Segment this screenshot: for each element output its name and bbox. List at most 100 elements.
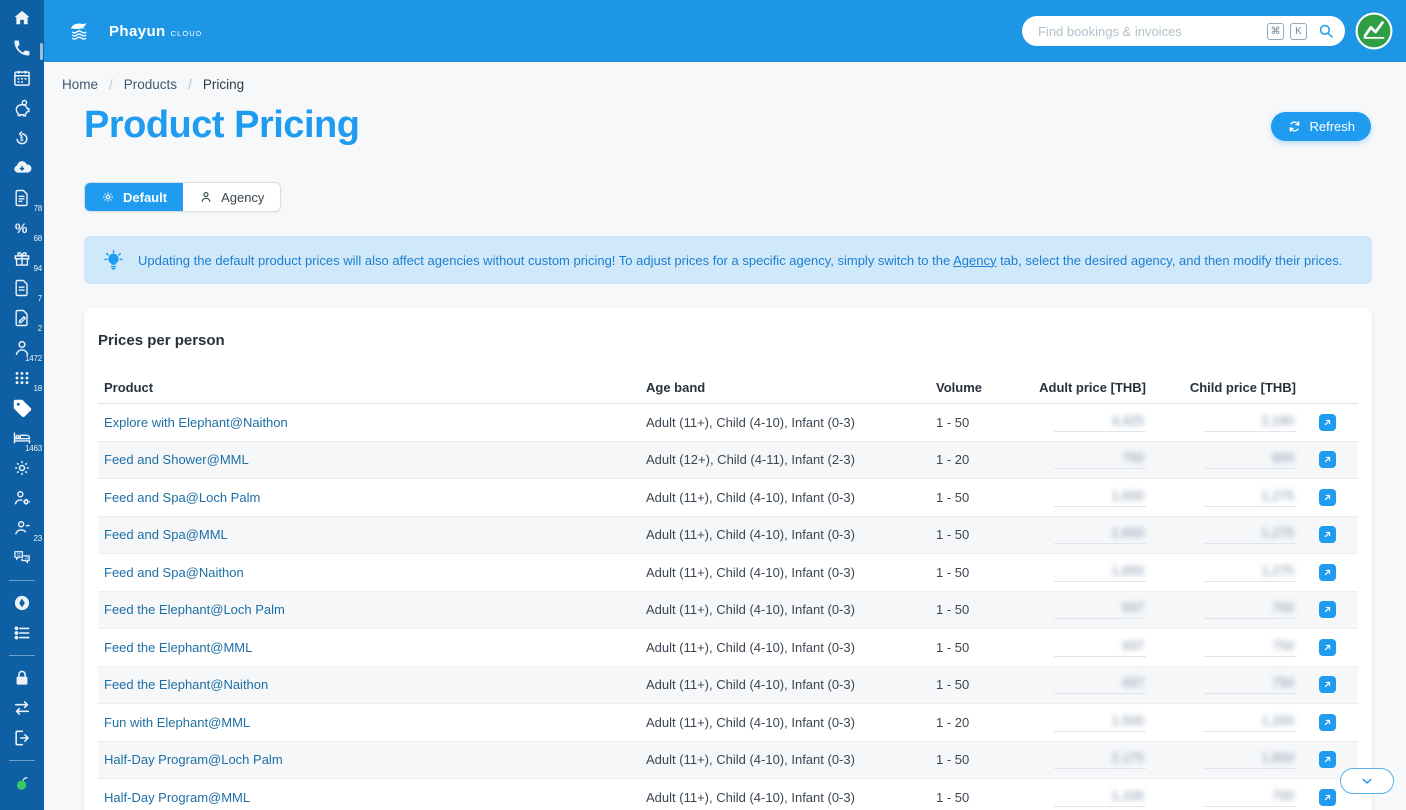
product-link[interactable]: Half-Day Program@Loch Palm xyxy=(104,752,283,767)
sidebar-item-documents[interactable]: 7 xyxy=(0,273,44,303)
sidebar-item-phone-booking[interactable] xyxy=(0,33,44,63)
tab-agency[interactable]: Agency xyxy=(183,183,280,211)
banner-text: Updating the default product prices will… xyxy=(138,253,1342,268)
volume-cell: 1 - 50 xyxy=(930,677,1012,692)
edit-price-button[interactable] xyxy=(1319,751,1336,768)
sidebar-item-rooms-bed[interactable]: 1463 xyxy=(0,423,44,453)
breadcrumb-home[interactable]: Home xyxy=(62,77,98,92)
sidebar-item-document-drafts[interactable]: 2 xyxy=(0,303,44,333)
sidebar-item-logout[interactable] xyxy=(0,723,44,753)
child-price-value[interactable]: 750 xyxy=(1272,600,1294,615)
edit-price-button[interactable] xyxy=(1319,601,1336,618)
edit-price-button[interactable] xyxy=(1319,789,1336,806)
sidebar-item-translations-chat[interactable]: QA xyxy=(0,543,44,573)
product-cell: Fun with Elephant@MML xyxy=(98,715,640,730)
sidebar-item-invoices[interactable]: 78 xyxy=(0,183,44,213)
product-link[interactable]: Explore with Elephant@Naithon xyxy=(104,415,288,430)
sidebar-item-discounts[interactable]: %68 xyxy=(0,213,44,243)
sidebar-item-staff-users[interactable]: 23 xyxy=(0,513,44,543)
adult-price-value[interactable]: 2,175 xyxy=(1111,750,1144,765)
sidebar-item-user-settings[interactable] xyxy=(0,483,44,513)
adult-price-cell: 1,500 xyxy=(1012,713,1146,732)
edit-price-button[interactable] xyxy=(1319,676,1336,693)
product-link[interactable]: Feed and Shower@MML xyxy=(104,452,249,467)
adult-price-value[interactable]: 937 xyxy=(1122,600,1144,615)
table-row: Feed and Spa@Loch Palm Adult (11+), Chil… xyxy=(98,479,1358,517)
sidebar-item-home[interactable] xyxy=(0,3,44,33)
edit-price-button[interactable] xyxy=(1319,489,1336,506)
child-price-value[interactable]: 1,275 xyxy=(1261,563,1294,578)
adult-price-value[interactable]: 4,425 xyxy=(1111,413,1144,428)
age-band-cell: Adult (11+), Child (4-10), Infant (0-3) xyxy=(640,752,930,767)
product-link[interactable]: Fun with Elephant@MML xyxy=(104,715,250,730)
sidebar-item-cloud-download[interactable] xyxy=(0,153,44,183)
product-link[interactable]: Feed the Elephant@Naithon xyxy=(104,677,268,692)
breadcrumb-products[interactable]: Products xyxy=(124,77,177,92)
edit-price-button[interactable] xyxy=(1319,564,1336,581)
sidebar-item-calendar[interactable] xyxy=(0,63,44,93)
logout-icon xyxy=(12,728,32,748)
adult-price-value[interactable]: 1,650 xyxy=(1111,563,1144,578)
sidebar-item-apps-grid[interactable]: 18 xyxy=(0,363,44,393)
child-price-value[interactable]: 1,200 xyxy=(1261,713,1294,728)
sidebar-item-compass[interactable] xyxy=(0,588,44,618)
product-link[interactable]: Half-Day Program@MML xyxy=(104,790,250,805)
global-search-input[interactable] xyxy=(1036,23,1261,40)
search-icon[interactable] xyxy=(1317,22,1335,40)
documents-icon xyxy=(12,278,32,298)
adult-price-value[interactable]: 750 xyxy=(1122,450,1144,465)
edit-price-button[interactable] xyxy=(1319,526,1336,543)
tab-default-label: Default xyxy=(123,190,167,205)
adult-price-cell: 2,175 xyxy=(1012,750,1146,769)
product-link[interactable]: Feed the Elephant@Loch Palm xyxy=(104,602,285,617)
product-link[interactable]: Feed and Spa@MML xyxy=(104,527,228,542)
adult-price-value[interactable]: 1,100 xyxy=(1111,788,1144,803)
edit-price-button[interactable] xyxy=(1319,639,1336,656)
child-price-value[interactable]: 1,650 xyxy=(1261,750,1294,765)
refresh-button[interactable]: Refresh xyxy=(1271,112,1371,141)
age-band-cell: Adult (11+), Child (4-10), Infant (0-3) xyxy=(640,602,930,617)
child-price-value[interactable]: 2,190 xyxy=(1261,413,1294,428)
sidebar-divider xyxy=(9,760,35,761)
adult-price-value[interactable]: 1,650 xyxy=(1111,488,1144,503)
adult-price-value[interactable]: 937 xyxy=(1122,638,1144,653)
tab-default[interactable]: Default xyxy=(85,183,183,211)
edit-price-button[interactable] xyxy=(1319,714,1336,731)
sidebar-item-gift-vouchers[interactable]: 94 xyxy=(0,243,44,273)
adult-price-cell: 4,425 xyxy=(1012,413,1146,432)
product-cell: Feed the Elephant@Loch Palm xyxy=(98,602,640,617)
child-price-value[interactable]: 1,275 xyxy=(1261,488,1294,503)
sidebar-item-piggy-bank[interactable] xyxy=(0,93,44,123)
child-price-value[interactable]: 700 xyxy=(1272,788,1294,803)
sidebar-item-lock[interactable] xyxy=(0,663,44,693)
product-link[interactable]: Feed and Spa@Loch Palm xyxy=(104,490,260,505)
edit-price-button[interactable] xyxy=(1319,451,1336,468)
sidebar-item-transfer-arrows[interactable] xyxy=(0,693,44,723)
child-price-value[interactable]: 750 xyxy=(1272,675,1294,690)
table-row: Half-Day Program@MML Adult (11+), Child … xyxy=(98,779,1358,810)
child-price-value[interactable]: 600 xyxy=(1272,450,1294,465)
edit-price-button[interactable] xyxy=(1319,414,1336,431)
product-cell: Explore with Elephant@Naithon xyxy=(98,415,640,430)
brand: Phayun CLOUD xyxy=(66,0,202,62)
product-link[interactable]: Feed and Spa@Naithon xyxy=(104,565,244,580)
child-price-value[interactable]: 1,275 xyxy=(1261,525,1294,540)
adult-price-value[interactable]: 937 xyxy=(1122,675,1144,690)
banner-agency-link[interactable]: Agency xyxy=(953,253,996,268)
avatar[interactable] xyxy=(1355,12,1393,50)
product-link[interactable]: Feed the Elephant@MML xyxy=(104,640,252,655)
sidebar-item-customers[interactable]: 1472 xyxy=(0,333,44,363)
adult-price-cell: 937 xyxy=(1012,600,1146,619)
sidebar-item-pricing-tag[interactable] xyxy=(0,393,44,423)
adult-price-value[interactable]: 1,500 xyxy=(1111,713,1144,728)
adult-price-cell: 1,650 xyxy=(1012,563,1146,582)
sidebar-item-settings-gear[interactable] xyxy=(0,453,44,483)
col-age-band: Age band xyxy=(640,380,930,395)
scroll-down-button[interactable] xyxy=(1340,768,1394,794)
sidebar-item-task-list[interactable] xyxy=(0,618,44,648)
col-product: Product xyxy=(98,380,640,395)
sidebar-item-money-refund[interactable]: $ xyxy=(0,123,44,153)
child-price-value[interactable]: 750 xyxy=(1272,638,1294,653)
adult-price-value[interactable]: 1,650 xyxy=(1111,525,1144,540)
sidebar-scrollbar[interactable] xyxy=(40,43,43,60)
